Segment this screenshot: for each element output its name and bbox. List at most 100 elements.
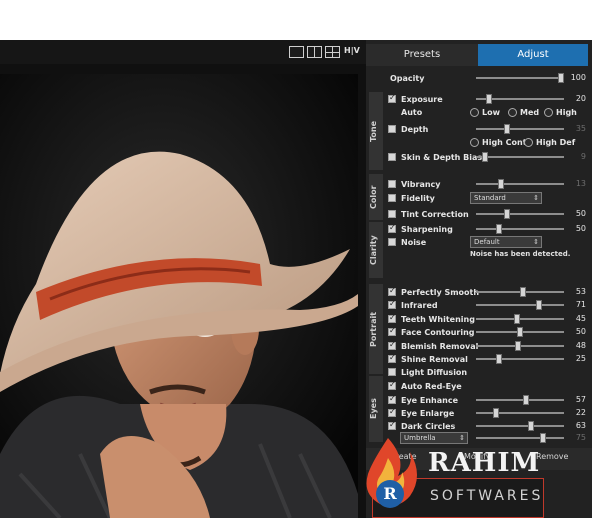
- skin-depth-bias-value[interactable]: 9: [570, 152, 586, 163]
- face-contouring-slider-knob[interactable]: [517, 327, 523, 337]
- quad-view-button[interactable]: [325, 46, 340, 58]
- depth-slider[interactable]: [476, 124, 564, 134]
- eye-enlarge-slider-knob[interactable]: [493, 408, 499, 418]
- infrared-slider-knob[interactable]: [536, 300, 542, 310]
- opacity-label: Opacity: [390, 74, 425, 83]
- sharpening-slider[interactable]: [476, 224, 564, 234]
- depth-slider-knob[interactable]: [504, 124, 510, 134]
- tint-correction-slider[interactable]: [476, 209, 564, 219]
- shine-removal-slider-knob[interactable]: [496, 354, 502, 364]
- exposure-slider[interactable]: [476, 94, 564, 104]
- noise-label: Noise: [401, 238, 427, 247]
- light-diffusion-checkbox[interactable]: [388, 368, 396, 376]
- portrait-section-label: Portrait: [369, 311, 378, 347]
- exposure-value[interactable]: 20: [570, 94, 586, 105]
- high-def-radio[interactable]: [524, 138, 533, 147]
- blemish-removal-slider-knob[interactable]: [515, 341, 521, 351]
- face-contouring-value[interactable]: 50: [570, 327, 586, 338]
- teeth-whitening-checkbox[interactable]: [388, 313, 396, 323]
- opacity-value[interactable]: 100: [570, 73, 586, 84]
- dark-circles-slider[interactable]: [476, 421, 564, 431]
- skin-depth-bias-slider[interactable]: [476, 152, 564, 162]
- infrared-checkbox[interactable]: [388, 299, 396, 309]
- auto-low-label: Low: [482, 108, 500, 117]
- exposure-checkbox[interactable]: [388, 93, 396, 103]
- sharpening-value[interactable]: 50: [570, 224, 586, 235]
- auto-med-label: Med: [520, 108, 540, 117]
- dark-circles-checkbox[interactable]: [388, 420, 396, 430]
- umbrella-value[interactable]: 75: [570, 433, 586, 444]
- shine-removal-slider[interactable]: [476, 354, 564, 364]
- tab-presets[interactable]: Presets: [366, 44, 478, 66]
- skin-depth-bias-slider-knob[interactable]: [482, 152, 488, 162]
- adjust-sections: Opacity 100 Tone Exposure 20 Auto Low Me…: [366, 68, 592, 448]
- tint-correction-value[interactable]: 50: [570, 209, 586, 220]
- fidelity-select[interactable]: Standard ⇕: [470, 192, 542, 204]
- infrared-slider[interactable]: [476, 300, 564, 310]
- noise-select[interactable]: Default ⇕: [470, 236, 542, 248]
- eye-enhance-value[interactable]: 57: [570, 395, 586, 406]
- create-button[interactable]: Create: [390, 452, 417, 461]
- vibrancy-value[interactable]: 13: [570, 179, 586, 190]
- photo-preview[interactable]: [0, 74, 358, 518]
- eye-enhance-slider-knob[interactable]: [523, 395, 529, 405]
- blemish-removal-slider[interactable]: [476, 341, 564, 351]
- fidelity-checkbox[interactable]: [388, 194, 396, 202]
- auto-high-radio[interactable]: [544, 108, 553, 117]
- hv-toggle[interactable]: H|V: [344, 46, 360, 55]
- eye-enhance-checkbox[interactable]: [388, 394, 396, 404]
- shine-removal-checkbox[interactable]: [388, 353, 396, 363]
- eye-enhance-slider[interactable]: [476, 395, 564, 405]
- eye-enlarge-value[interactable]: 22: [570, 408, 586, 419]
- teeth-whitening-value[interactable]: 45: [570, 314, 586, 325]
- dark-circles-value[interactable]: 63: [570, 421, 586, 432]
- eye-enlarge-slider[interactable]: [476, 408, 564, 418]
- infrared-value[interactable]: 71: [570, 300, 586, 311]
- tint-correction-checkbox[interactable]: [388, 210, 396, 218]
- tab-adjust[interactable]: Adjust: [478, 44, 588, 66]
- preset-preview-thumbnail[interactable]: [372, 478, 544, 518]
- perfectly-smooth-slider[interactable]: [476, 287, 564, 297]
- umbrella-slider[interactable]: [476, 433, 564, 443]
- modify-button[interactable]: Modify: [464, 452, 491, 461]
- opacity-slider-knob[interactable]: [558, 73, 564, 83]
- opacity-slider[interactable]: [476, 73, 564, 83]
- exposure-slider-knob[interactable]: [486, 94, 492, 104]
- blemish-removal-checkbox[interactable]: [388, 340, 396, 350]
- single-view-button[interactable]: [289, 46, 304, 58]
- shine-removal-value[interactable]: 25: [570, 354, 586, 365]
- teeth-whitening-slider-knob[interactable]: [514, 314, 520, 324]
- auto-low-radio[interactable]: [470, 108, 479, 117]
- depth-value[interactable]: 35: [570, 124, 586, 135]
- umbrella-slider-knob[interactable]: [540, 433, 546, 443]
- perfectly-smooth-value[interactable]: 53: [570, 287, 586, 298]
- perfectly-smooth-label: Perfectly Smooth: [401, 288, 480, 297]
- sharpening-slider-knob[interactable]: [496, 224, 502, 234]
- split-view-button[interactable]: [307, 46, 322, 58]
- sharpening-checkbox[interactable]: [388, 223, 396, 233]
- auto-med-radio[interactable]: [508, 108, 517, 117]
- face-contouring-checkbox[interactable]: [388, 326, 396, 336]
- eye-enlarge-checkbox[interactable]: [388, 407, 396, 417]
- vibrancy-slider[interactable]: [476, 179, 564, 189]
- depth-checkbox[interactable]: [388, 125, 396, 133]
- teeth-whitening-slider[interactable]: [476, 314, 564, 324]
- depth-options-row: High Contr High Def: [388, 136, 588, 149]
- perfectly-smooth-slider-knob[interactable]: [520, 287, 526, 297]
- remove-button[interactable]: Remove: [536, 452, 568, 461]
- blemish-removal-value[interactable]: 48: [570, 341, 586, 352]
- auto-red-eye-checkbox[interactable]: [388, 380, 396, 390]
- vibrancy-checkbox[interactable]: [388, 180, 396, 188]
- vibrancy-slider-knob[interactable]: [498, 179, 504, 189]
- dark-circles-slider-knob[interactable]: [528, 421, 534, 431]
- face-contouring-slider[interactable]: [476, 327, 564, 337]
- umbrella-select[interactable]: Umbrella ⇕: [400, 432, 468, 444]
- high-contr-radio[interactable]: [470, 138, 479, 147]
- perfectly-smooth-checkbox[interactable]: [388, 286, 396, 296]
- noise-checkbox[interactable]: [388, 238, 396, 246]
- skin-depth-bias-checkbox[interactable]: [388, 153, 396, 161]
- tint-correction-slider-knob[interactable]: [504, 209, 510, 219]
- eye-enlarge-row: Eye Enlarge 22: [388, 407, 588, 420]
- auto-red-eye-label: Auto Red-Eye: [401, 382, 462, 391]
- view-toolbar: H|V: [0, 40, 366, 64]
